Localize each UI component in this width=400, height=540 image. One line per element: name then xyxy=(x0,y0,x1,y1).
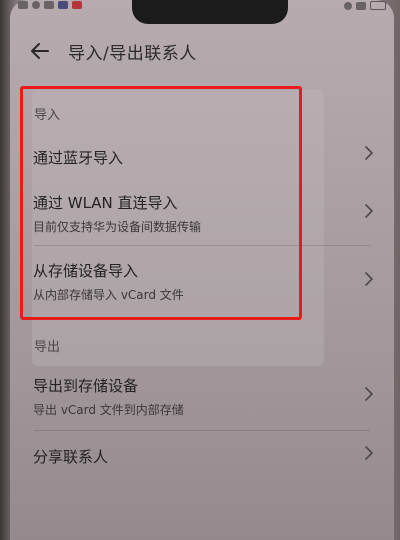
status-left-icons xyxy=(18,1,82,9)
chevron-right-icon xyxy=(365,204,373,218)
divider xyxy=(34,430,370,431)
phone-photo-frame: 导入/导出联系人 导入 通过蓝牙导入 通过 WLAN 直连导入 目前仅支持华为设… xyxy=(0,0,400,540)
signal-icon xyxy=(18,1,28,9)
vibrate-icon xyxy=(356,1,366,10)
back-arrow-icon[interactable] xyxy=(30,41,50,61)
heart-icon xyxy=(44,1,54,9)
battery-icon xyxy=(370,1,386,10)
chevron-right-icon xyxy=(365,272,373,286)
row-title: 导出到存储设备 xyxy=(33,377,139,395)
export-section-label: 导出 xyxy=(34,340,61,355)
page-title: 导入/导出联系人 xyxy=(68,43,197,64)
huawei-icon xyxy=(72,1,82,9)
alarm-icon xyxy=(344,1,352,10)
chevron-right-icon xyxy=(365,146,373,160)
chevron-right-icon xyxy=(365,446,373,460)
highlight-annotation-box xyxy=(20,86,302,320)
app-header: 导入/导出联系人 xyxy=(30,36,197,66)
chevron-right-icon xyxy=(365,387,373,401)
row-subtitle: 导出 vCard 文件到内部存储 xyxy=(33,403,184,417)
status-bar xyxy=(18,0,386,14)
wifi-icon xyxy=(32,1,40,9)
status-right-icons xyxy=(344,1,386,10)
share-contacts[interactable]: 分享联系人 xyxy=(30,436,374,476)
app-notification-icon xyxy=(58,1,68,9)
row-title: 分享联系人 xyxy=(33,448,109,466)
export-to-storage[interactable]: 导出到存储设备 导出 vCard 文件到内部存储 xyxy=(30,370,374,424)
